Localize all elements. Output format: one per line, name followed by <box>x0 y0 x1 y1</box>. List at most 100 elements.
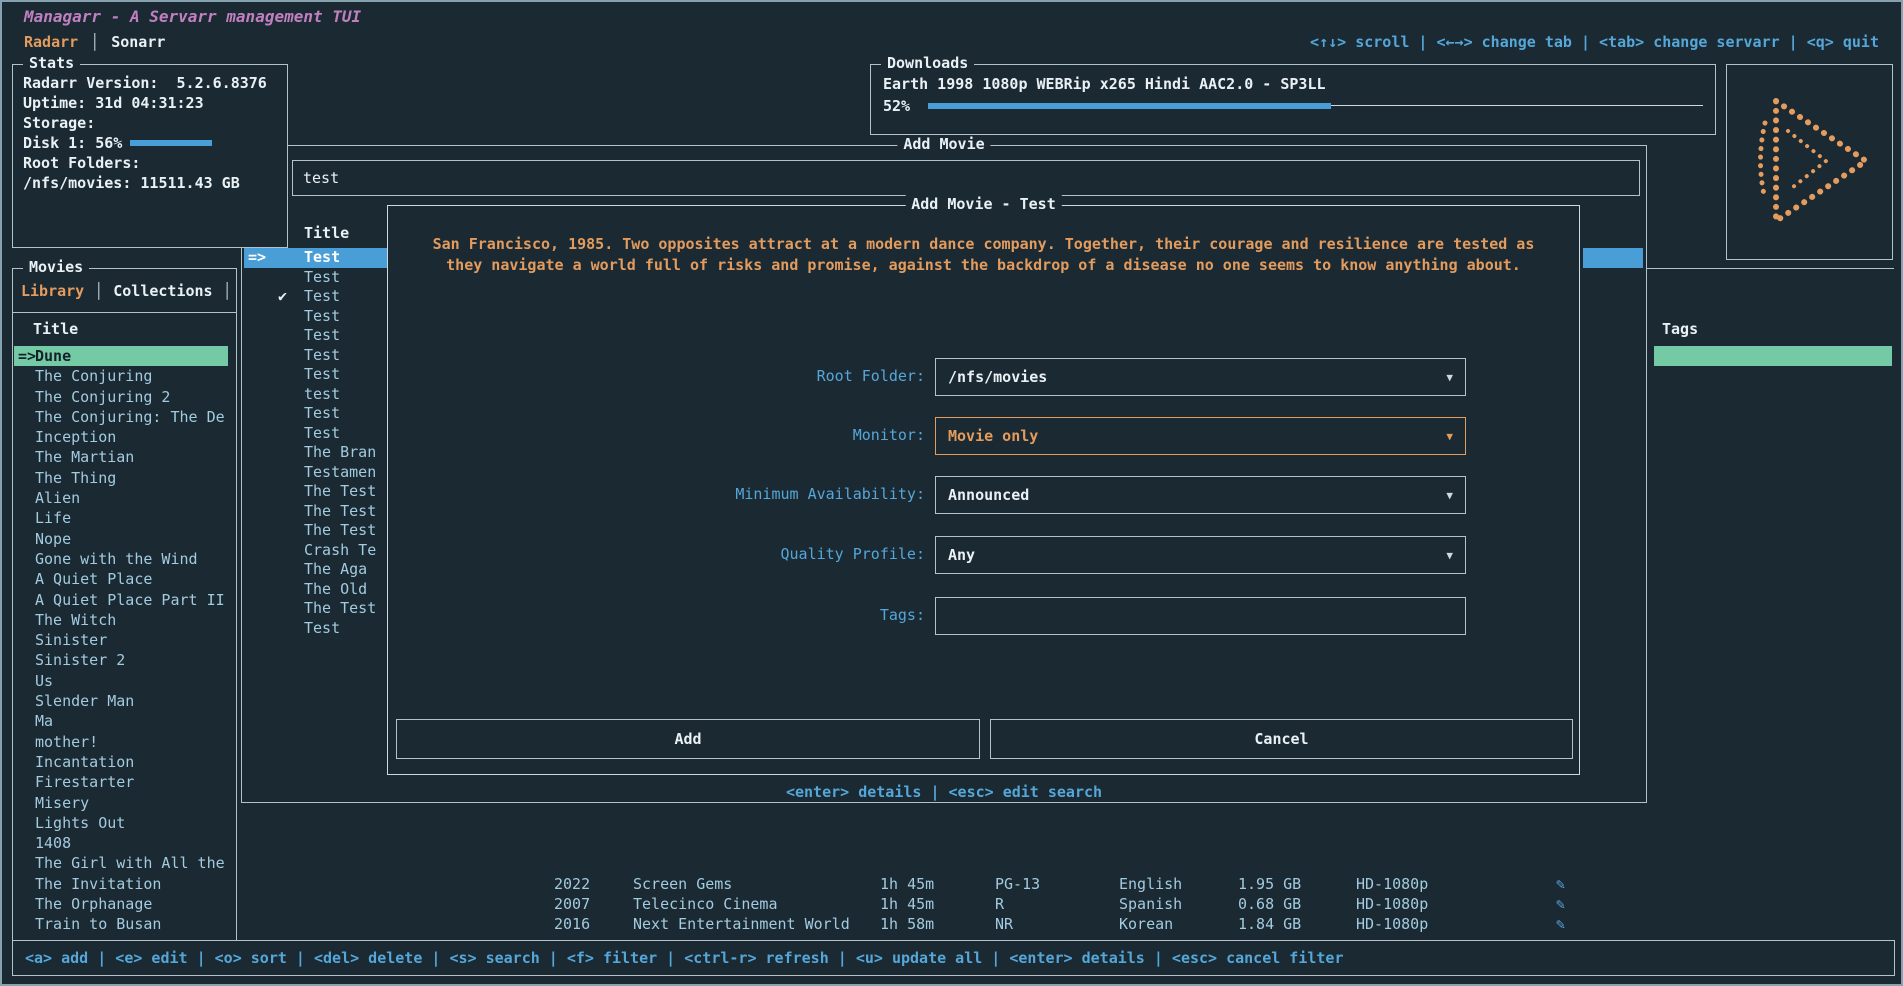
selection-arrow <box>244 287 278 307</box>
edit-pencil-icon: ✎ <box>1556 874 1565 894</box>
tab-sonarr[interactable]: Sonarr <box>111 33 165 51</box>
monitor-label: Monitor: <box>388 426 925 444</box>
search-result-row[interactable]: Test <box>244 365 388 385</box>
tags-input[interactable] <box>935 597 1466 635</box>
selection-arrow <box>18 772 35 792</box>
search-result-row[interactable]: The Bran <box>244 443 388 463</box>
search-result-row[interactable]: The Aga <box>244 560 388 580</box>
storage-heading: Storage: <box>23 113 277 133</box>
search-result-row[interactable]: Test <box>244 307 388 327</box>
movie-list-item[interactable]: The Girl with All the <box>14 853 235 873</box>
search-result-row[interactable]: test <box>244 385 388 405</box>
tab-library[interactable]: Library <box>21 282 84 300</box>
search-result-row[interactable]: The Test <box>244 599 388 619</box>
search-result-row[interactable]: Testamen <box>244 463 388 483</box>
search-result-row[interactable]: The Old <box>244 580 388 600</box>
movie-title: The Thing <box>35 468 116 488</box>
search-result-row[interactable]: Test <box>244 404 388 424</box>
result-title: The Bran <box>304 443 388 463</box>
movie-list-item[interactable]: Sinister <box>14 630 235 650</box>
selection-arrow <box>244 482 278 502</box>
downloads-panel-title: Downloads <box>881 54 974 72</box>
search-result-row[interactable]: Test <box>244 346 388 366</box>
movie-list-item[interactable]: The Conjuring 2 <box>14 387 235 407</box>
movie-list-item[interactable]: Ma <box>14 711 235 731</box>
movie-list-item[interactable]: Misery <box>14 793 235 813</box>
tab-collections[interactable]: Collections <box>113 282 212 300</box>
root-folders-heading: Root Folders: <box>23 153 277 173</box>
monitor-select[interactable]: Movie only▼ <box>935 417 1466 455</box>
check-icon <box>278 521 304 541</box>
movie-list-item[interactable]: The Conjuring <box>14 366 235 386</box>
movie-list-item[interactable]: A Quiet Place <box>14 569 235 589</box>
root-folder-select[interactable]: /nfs/movies▼ <box>935 358 1466 396</box>
search-result-row[interactable]: Crash Te <box>244 541 388 561</box>
stats-panel: Stats Radarr Version: 5.2.6.8376 Uptime:… <box>12 64 288 248</box>
movie-list-item[interactable]: Incantation <box>14 752 235 772</box>
movie-list-item[interactable]: Us <box>14 671 235 691</box>
selection-arrow <box>244 541 278 561</box>
result-title: Crash Te <box>304 541 388 561</box>
search-result-row[interactable]: =>Test <box>244 248 388 268</box>
movie-search-input[interactable]: test <box>292 160 1640 196</box>
movie-list-item[interactable]: Sinister 2 <box>14 650 235 670</box>
movie-title: A Quiet Place Part II <box>35 590 225 610</box>
uptime: Uptime: 31d 04:31:23 <box>23 93 277 113</box>
movie-list-item[interactable]: The Thing <box>14 468 235 488</box>
search-result-row[interactable]: The Test <box>244 482 388 502</box>
search-result-row[interactable]: Test <box>244 326 388 346</box>
add-button[interactable]: Add <box>396 719 980 759</box>
cell-studio: Screen Gems <box>633 874 732 894</box>
movie-list-item[interactable]: The Witch <box>14 610 235 630</box>
cancel-button[interactable]: Cancel <box>990 719 1573 759</box>
search-result-row[interactable]: The Test <box>244 521 388 541</box>
movie-list-item[interactable]: A Quiet Place Part II <box>14 590 235 610</box>
download-item-title: Earth 1998 1080p WEBRip x265 Hindi AAC2.… <box>883 73 1703 95</box>
quality-profile-value: Any <box>948 546 975 564</box>
movie-overview-line2: they navigate a world full of risks and … <box>388 256 1579 274</box>
selection-arrow <box>244 365 278 385</box>
managarr-play-logo-icon <box>1740 87 1880 237</box>
movie-list-item[interactable]: Nope <box>14 529 235 549</box>
root-folder-value: /nfs/movies <box>948 368 1047 386</box>
movie-list-item[interactable]: mother! <box>14 732 235 752</box>
movie-list-item[interactable]: Lights Out <box>14 813 235 833</box>
minimum-availability-label: Minimum Availability: <box>388 485 925 503</box>
selection-arrow <box>18 813 35 833</box>
search-result-row[interactable]: Test <box>244 268 388 288</box>
add-movie-window-title: Add Movie <box>897 135 990 153</box>
movie-list-item[interactable]: Slender Man <box>14 691 235 711</box>
cell-runtime: 1h 45m <box>880 894 934 914</box>
movie-title: Misery <box>35 793 89 813</box>
library-table-row[interactable]: 2007Telecinco Cinema1h 45mRSpanish0.68 G… <box>2 894 1901 914</box>
disk-usage-row: Disk 1: 56% <box>23 133 277 153</box>
minimum-availability-select[interactable]: Announced▼ <box>935 476 1466 514</box>
search-result-row[interactable]: The Test <box>244 502 388 522</box>
minimum-availability-value: Announced <box>948 486 1029 504</box>
movie-title: Firestarter <box>35 772 134 792</box>
radarr-version: Radarr Version: 5.2.6.8376 <box>23 73 277 93</box>
search-result-row[interactable]: Test <box>244 619 388 639</box>
modal-title: Add Movie - Test <box>905 195 1062 213</box>
selection-arrow <box>18 549 35 569</box>
movie-title: Inception <box>35 427 116 447</box>
library-table-row[interactable]: 2016Next Entertainment World1h 58mNRKore… <box>2 914 1901 934</box>
movie-list-item[interactable]: Gone with the Wind <box>14 549 235 569</box>
library-table-row[interactable]: 2022Screen Gems1h 45mPG-13English1.95 GB… <box>2 874 1901 894</box>
movie-list-item[interactable]: The Conjuring: The De <box>14 407 235 427</box>
movie-list-item[interactable]: The Martian <box>14 447 235 467</box>
movie-list-item[interactable]: =>Dune <box>14 346 228 366</box>
movie-list-item[interactable]: Inception <box>14 427 235 447</box>
movie-list-item[interactable]: 1408 <box>14 833 235 853</box>
search-result-row[interactable]: ✔Test <box>244 287 388 307</box>
movie-list-item[interactable]: Alien <box>14 488 235 508</box>
keybinding-help-bottom: <a> add | <e> edit | <o> sort | <del> de… <box>12 940 1895 976</box>
search-result-row[interactable]: Test <box>244 424 388 444</box>
tab-radarr[interactable]: Radarr <box>24 33 78 51</box>
servarr-tab-bar: Radarr │ Sonarr <box>24 33 165 51</box>
quality-profile-select[interactable]: Any▼ <box>935 536 1466 574</box>
movie-list-item[interactable]: Firestarter <box>14 772 235 792</box>
movie-list-item[interactable]: Life <box>14 508 235 528</box>
results-title-column-header: Title <box>304 224 349 242</box>
selection-arrow <box>244 268 278 288</box>
